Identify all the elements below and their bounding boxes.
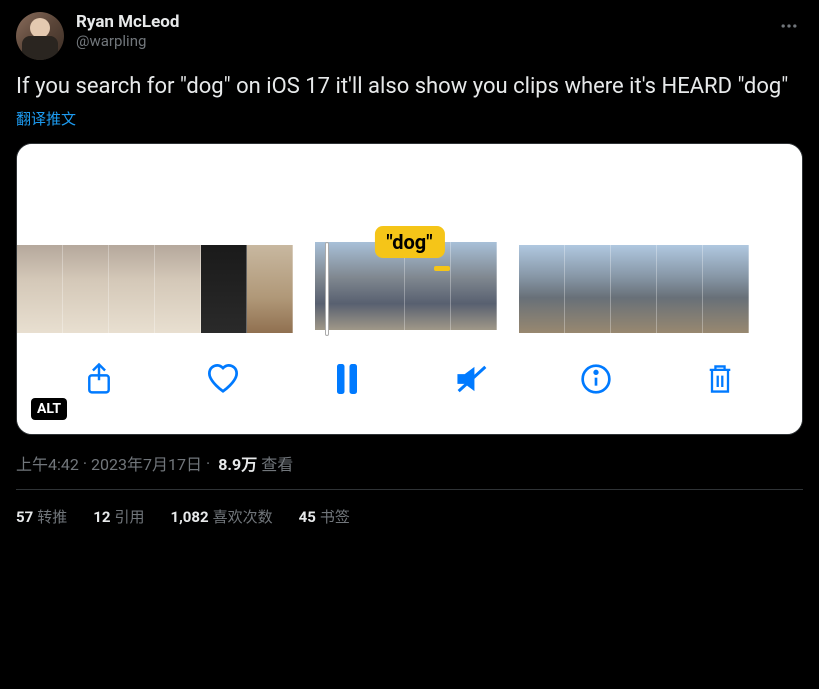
pause-icon — [334, 364, 360, 394]
media-toolbar — [17, 334, 802, 434]
heart-icon — [206, 364, 240, 394]
trash-button[interactable] — [703, 362, 737, 396]
avatar[interactable] — [16, 12, 64, 60]
info-icon — [580, 363, 612, 395]
clip-thumbnail — [17, 245, 63, 333]
more-button[interactable] — [775, 12, 803, 40]
clip-group-3 — [519, 245, 749, 333]
retweets-stat[interactable]: 57转推 — [16, 506, 67, 527]
tweet-header: Ryan McLeod @warpling — [16, 12, 803, 60]
retweets-count: 57 — [16, 508, 33, 526]
bookmarks-count: 45 — [299, 508, 316, 526]
clip-thumbnail — [247, 245, 293, 333]
clip-thumbnail — [657, 245, 703, 333]
alt-badge[interactable]: ALT — [31, 398, 67, 420]
tweet-time[interactable]: 上午4:42 — [16, 451, 79, 475]
like-button[interactable] — [206, 362, 240, 396]
clip-thumbnail — [703, 245, 749, 333]
clip-thumbnail — [63, 245, 109, 333]
quotes-count: 12 — [93, 508, 110, 526]
dot-separator: · — [83, 454, 87, 473]
tweet-text: If you search for "dog" on iOS 17 it'll … — [16, 72, 803, 102]
quotes-label: 引用 — [114, 508, 144, 526]
clip-thumbnail — [201, 245, 247, 333]
clip-thumbnail — [109, 245, 155, 333]
mute-button[interactable] — [455, 362, 489, 396]
playhead-scrubber[interactable] — [325, 242, 329, 336]
more-icon — [779, 16, 799, 36]
clip-group-1 — [17, 245, 293, 333]
clip-thumbnail — [611, 245, 657, 333]
likes-stat[interactable]: 1,082 喜欢次数 — [170, 506, 272, 527]
clip-thumbnail — [519, 245, 565, 333]
clip-thumbnail — [565, 245, 611, 333]
handle[interactable]: @warpling — [76, 32, 179, 50]
clip-thumbnail — [451, 242, 497, 330]
mute-icon — [455, 364, 489, 394]
quotes-stat[interactable]: 12引用 — [93, 506, 144, 527]
likes-label: 喜欢次数 — [213, 508, 273, 526]
display-name[interactable]: Ryan McLeod — [76, 12, 179, 32]
tweet-date[interactable]: 2023年7月17日 — [91, 451, 202, 475]
tweet: Ryan McLeod @warpling If you search for … — [0, 0, 819, 555]
clip-thumbnail — [315, 242, 361, 330]
pause-button[interactable] — [330, 362, 364, 396]
tweet-meta: 上午4:42 · 2023年7月17日 · 8.9万 查看 — [16, 451, 803, 490]
views-label: 查看 — [261, 451, 293, 475]
media-attachment[interactable]: "dog" — [16, 143, 803, 435]
tweet-stats: 57转推 12引用 1,082 喜欢次数 45书签 — [16, 490, 803, 543]
bookmarks-label: 书签 — [320, 508, 350, 526]
retweets-label: 转推 — [37, 508, 67, 526]
trash-icon — [706, 363, 734, 395]
info-button[interactable] — [579, 362, 613, 396]
dot-separator: · — [206, 454, 210, 473]
translate-link[interactable]: 翻译推文 — [16, 108, 76, 129]
bookmarks-stat[interactable]: 45书签 — [299, 506, 350, 527]
share-button[interactable] — [82, 362, 116, 396]
search-term-badge: "dog" — [374, 226, 444, 258]
scrubber-marker — [434, 266, 450, 271]
share-icon — [84, 362, 114, 396]
user-info: Ryan McLeod @warpling — [76, 12, 179, 50]
clip-thumbnail — [155, 245, 201, 333]
likes-count: 1,082 — [170, 508, 208, 526]
views-count[interactable]: 8.9万 — [218, 451, 257, 475]
